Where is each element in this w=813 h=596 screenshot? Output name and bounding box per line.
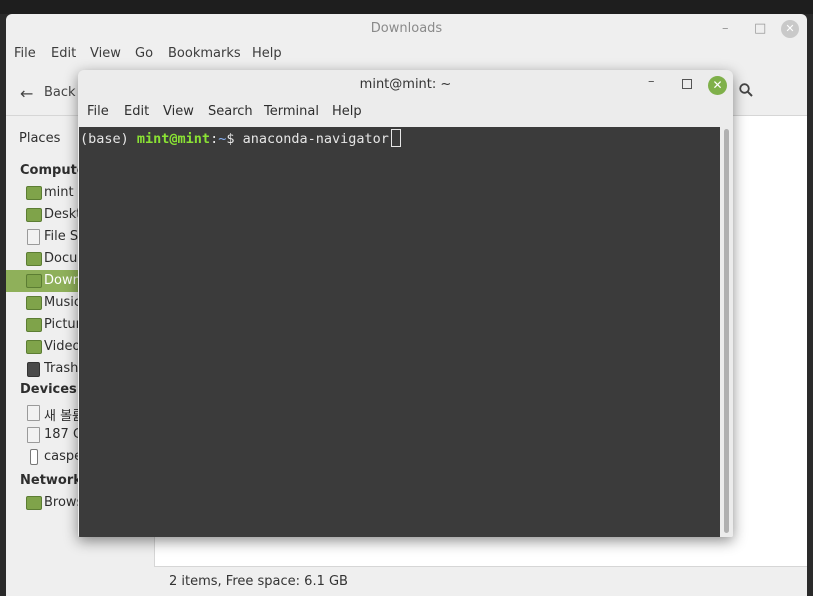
terminal-prompt-line: (base) mint@mint:~$ anaconda-navigator [80,129,401,147]
terminal-menu-view[interactable]: View [163,104,194,119]
desktop-top-bar [0,0,813,14]
usb-icon [30,449,38,465]
menu-bookmarks[interactable]: Bookmarks [168,46,241,61]
sidebar-heading-network: Network [20,473,82,488]
scrollbar-thumb[interactable] [724,129,729,533]
prompt-symbol: $ [226,131,243,147]
sidebar-item-label: caspe [44,449,80,464]
status-text: 2 items, Free space: 6.1 GB [169,574,348,589]
minimize-button[interactable]: – [722,14,729,44]
places-label[interactable]: Places [19,131,60,146]
music-folder-icon [26,296,42,310]
downloads-folder-icon [26,274,42,288]
terminal-scrollbar[interactable] [721,127,733,537]
terminal-menu-search[interactable]: Search [208,104,253,119]
trash-icon [27,362,40,377]
terminal-window: mint@mint: ~ – ✕ File Edit View Search T… [78,70,733,537]
close-button[interactable]: ✕ [781,20,799,38]
sidebar-item-label: Trash [44,361,79,376]
pictures-folder-icon [26,318,42,332]
menu-go[interactable]: Go [135,46,153,61]
back-button[interactable]: Back [44,85,76,100]
status-bar: 2 items, Free space: 6.1 GB [154,566,807,596]
sidebar-item-label: Deskt [44,207,80,222]
sidebar-item-label: Brows [44,495,80,510]
sidebar-heading-devices: Devices [20,382,77,397]
sidebar-item-label: 187 C [44,427,80,442]
back-arrow-icon[interactable]: ← [20,84,33,103]
sidebar-item-label: File Sy [44,229,80,244]
drive-icon [27,229,40,245]
terminal-menu-terminal[interactable]: Terminal [264,104,319,119]
terminal-menu-edit[interactable]: Edit [124,104,149,119]
search-icon[interactable] [739,83,753,97]
drive-icon [27,427,40,443]
desktop-folder-icon [26,208,42,222]
window-title: Downloads [370,21,443,36]
documents-folder-icon [26,252,42,266]
menu-help[interactable]: Help [252,46,282,61]
sidebar-item-label: Video [44,339,80,354]
terminal-title: mint@mint: ~ [359,77,452,92]
home-folder-icon [26,186,42,200]
terminal-output[interactable]: (base) mint@mint:~$ anaconda-navigator [79,127,720,537]
drive-icon [27,405,40,421]
menu-edit[interactable]: Edit [51,46,76,61]
terminal-menu-file[interactable]: File [87,104,109,119]
conda-env: (base) [80,131,137,147]
typed-command: anaconda-navigator [242,131,389,147]
sidebar-item-label: Pictur [44,317,80,332]
sidebar-item-label: Down [44,273,80,288]
terminal-minimize-button[interactable]: – [648,74,655,89]
sidebar-heading-computer: Compute [20,163,86,178]
prompt-separator: : [210,131,219,147]
videos-folder-icon [26,340,42,354]
text-cursor [390,129,401,147]
terminal-menu-help[interactable]: Help [332,104,362,119]
maximize-button[interactable]: □ [754,14,766,44]
menu-view[interactable]: View [90,46,121,61]
network-folder-icon [26,496,42,510]
sidebar-item-label: mint [44,185,74,200]
menu-file[interactable]: File [14,46,36,61]
sidebar-item-label: Music [44,295,80,310]
terminal-close-button[interactable]: ✕ [708,76,727,95]
terminal-maximize-button[interactable] [682,79,692,89]
prompt-user-host: mint@mint [136,131,211,147]
sidebar-item-label: 새 볼륨 [44,409,80,424]
sidebar-item-label: Docu [44,251,78,266]
